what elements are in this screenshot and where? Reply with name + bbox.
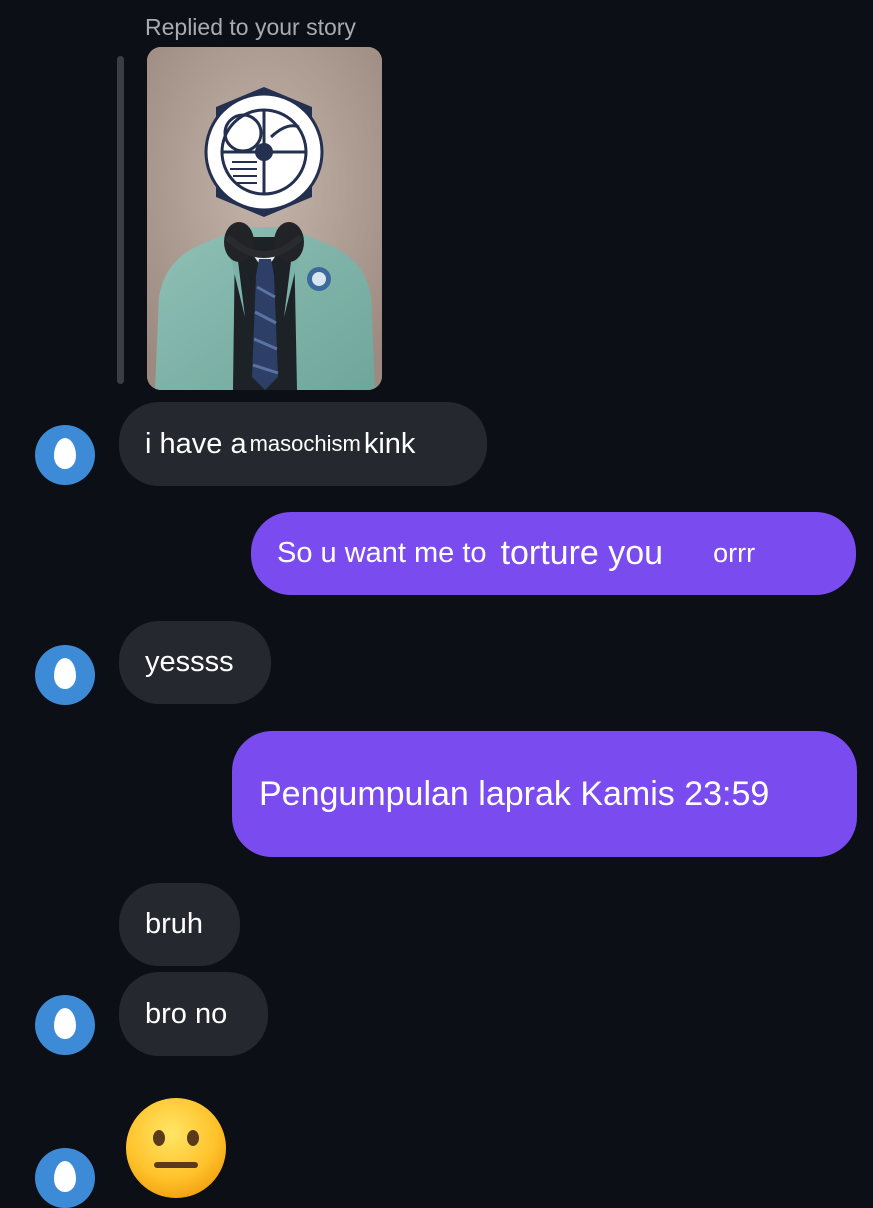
message-bubble-incoming[interactable]: bro no: [119, 972, 268, 1056]
story-image: [147, 47, 382, 390]
message-text: Pengumpulan laprak Kamis 23:59: [259, 774, 770, 813]
message-emoji[interactable]: [124, 1096, 228, 1200]
default-avatar-egg-icon: [54, 658, 76, 689]
message-text: kink: [363, 427, 416, 460]
default-avatar-egg-icon: [54, 438, 76, 469]
message-bubble-incoming[interactable]: i have a masochism kink: [119, 402, 487, 486]
message-text: bro no: [145, 997, 228, 1030]
message-text: orrr: [713, 538, 756, 568]
contact-avatar[interactable]: [35, 425, 95, 485]
replied-to-story-label: Replied to your story: [145, 14, 356, 40]
message-bubble-incoming[interactable]: yessss: [119, 621, 271, 704]
message-text: bruh: [145, 908, 204, 940]
neutral-face-icon: [126, 1098, 226, 1198]
message-bubble-incoming[interactable]: bruh: [119, 883, 240, 966]
contact-avatar[interactable]: [35, 995, 95, 1055]
message-text: So u want me to: [277, 537, 487, 569]
contact-avatar[interactable]: [35, 645, 95, 705]
default-avatar-egg-icon: [54, 1161, 76, 1192]
message-text: masochism: [249, 431, 361, 456]
message-text: yessss: [145, 646, 234, 678]
message-text: torture you: [500, 534, 664, 572]
default-avatar-egg-icon: [54, 1008, 76, 1039]
contact-avatar[interactable]: [35, 1148, 95, 1208]
message-text: i have a: [145, 427, 247, 460]
message-bubble-outgoing[interactable]: Pengumpulan laprak Kamis 23:59: [232, 731, 857, 857]
story-thumbnail[interactable]: [147, 47, 382, 390]
story-reply-bar: [117, 56, 124, 384]
message-bubble-outgoing[interactable]: So u want me to torture you orrr: [251, 512, 856, 595]
